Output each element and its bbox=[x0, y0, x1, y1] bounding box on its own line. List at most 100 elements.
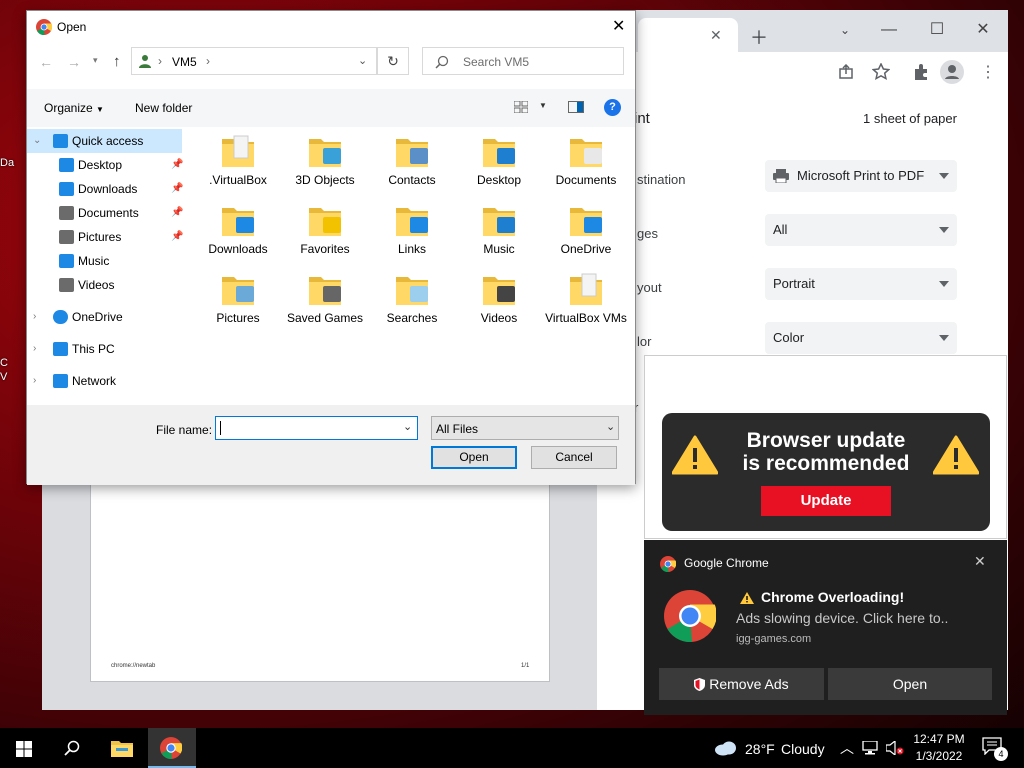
up-arrow-icon[interactable]: ↑ bbox=[113, 53, 121, 70]
extensions-icon[interactable] bbox=[912, 63, 930, 81]
volume-muted-icon[interactable] bbox=[886, 741, 904, 755]
nav-item[interactable]: ⌄ Quick access bbox=[27, 129, 182, 153]
address-bar[interactable]: › VM5 › ⌄ bbox=[131, 47, 377, 75]
dropdown-caret-icon bbox=[939, 335, 949, 341]
shield-icon bbox=[694, 678, 706, 691]
folder-item[interactable]: Links bbox=[369, 202, 455, 272]
open-button[interactable]: Open bbox=[431, 446, 517, 469]
notification-open-button[interactable]: Open bbox=[828, 668, 992, 700]
update-button[interactable]: Update bbox=[761, 486, 891, 516]
nav-item-label: This PC bbox=[72, 342, 115, 356]
folder-item[interactable]: Contacts bbox=[369, 133, 455, 203]
layout-select[interactable]: Portrait bbox=[765, 268, 957, 300]
folder-item[interactable]: Saved Games bbox=[282, 271, 368, 341]
chevron-down-icon[interactable]: ⌄ bbox=[830, 16, 860, 44]
back-arrow-icon[interactable]: ← bbox=[39, 54, 53, 70]
breadcrumb-chevron-icon[interactable]: › bbox=[206, 54, 210, 68]
folder-item[interactable]: 3D Objects bbox=[282, 133, 368, 203]
remove-ads-button[interactable]: Remove Ads bbox=[659, 668, 824, 700]
maximize-icon[interactable]: ☐ bbox=[922, 16, 952, 44]
chevron-up-icon[interactable]: ︿ bbox=[840, 738, 854, 758]
recent-chevron-icon[interactable]: ▾ bbox=[93, 55, 98, 66]
collapse-chevron-icon[interactable]: › bbox=[33, 337, 36, 361]
close-icon[interactable]: ✕ bbox=[974, 553, 986, 570]
address-dropdown-icon[interactable]: ⌄ bbox=[358, 54, 367, 67]
weather-temperature[interactable]: 28°F bbox=[745, 741, 775, 757]
folder-item[interactable]: VirtualBox VMs bbox=[543, 271, 629, 341]
pages-select[interactable]: All bbox=[765, 214, 957, 246]
search-icon bbox=[435, 55, 449, 69]
clock-date[interactable]: 1/3/2022 bbox=[913, 749, 965, 763]
cancel-button[interactable]: Cancel bbox=[531, 446, 617, 469]
folder-item[interactable]: Downloads bbox=[195, 202, 281, 272]
folder-item[interactable]: Music bbox=[456, 202, 542, 272]
close-icon[interactable]: ✕ bbox=[968, 16, 998, 44]
start-button[interactable] bbox=[0, 728, 48, 768]
folder-item[interactable]: Searches bbox=[369, 271, 455, 341]
folder-item[interactable]: Desktop bbox=[456, 133, 542, 203]
action-center-button[interactable]: 4 bbox=[982, 737, 1008, 761]
network-icon[interactable] bbox=[862, 741, 878, 755]
file-name-input[interactable]: ⌄ bbox=[215, 416, 418, 440]
organize-button[interactable]: Organize ▼ bbox=[44, 101, 104, 115]
folder-item[interactable]: Documents bbox=[543, 133, 629, 203]
nav-item[interactable]: Downloads 📌 bbox=[27, 177, 185, 201]
destination-select[interactable]: Microsoft Print to PDF bbox=[765, 160, 957, 192]
chevron-down-icon: ▼ bbox=[96, 105, 104, 114]
nav-item[interactable]: Music bbox=[27, 249, 185, 273]
user-folder-icon bbox=[139, 55, 151, 68]
destination-row: stination Microsoft Print to PDF bbox=[597, 160, 1008, 200]
preview-pane-icon[interactable] bbox=[568, 101, 584, 113]
nav-item[interactable]: › This PC bbox=[27, 337, 185, 361]
search-input[interactable]: Search VM5 bbox=[422, 47, 624, 75]
new-tab-icon[interactable]: ＋ bbox=[750, 24, 768, 50]
chrome-notification[interactable]: Google Chrome ✕ Chrome Overloading! Ads … bbox=[644, 540, 1007, 715]
search-button[interactable] bbox=[48, 728, 96, 768]
tab-close-icon[interactable]: ✕ bbox=[710, 27, 722, 44]
view-dropdown-icon[interactable]: ▼ bbox=[539, 101, 547, 110]
breadcrumb-current[interactable]: VM5 bbox=[172, 55, 197, 69]
color-select[interactable]: Color bbox=[765, 322, 957, 354]
folder-item[interactable]: Pictures bbox=[195, 271, 281, 341]
nav-item[interactable]: Pictures 📌 bbox=[27, 225, 185, 249]
profile-avatar[interactable] bbox=[940, 60, 964, 84]
file-type-select[interactable]: All Files ⌄ bbox=[431, 416, 619, 440]
menu-icon[interactable]: ⋮ bbox=[980, 62, 996, 82]
command-bar: Organize ▼ New folder ▼ ? bbox=[27, 89, 635, 127]
chrome-tab[interactable]: ✕ bbox=[638, 18, 738, 52]
weather-description[interactable]: Cloudy bbox=[781, 741, 825, 757]
folder-item[interactable]: .VirtualBox bbox=[195, 133, 281, 203]
nav-item[interactable]: › OneDrive bbox=[27, 305, 185, 329]
clock-time[interactable]: 12:47 PM bbox=[913, 732, 965, 746]
nav-item-label: Music bbox=[78, 254, 110, 268]
folder-item[interactable]: Videos bbox=[456, 271, 542, 341]
nav-item[interactable]: Documents 📌 bbox=[27, 201, 185, 225]
nav-item[interactable]: Desktop 📌 bbox=[27, 153, 185, 177]
folder-icon bbox=[222, 135, 254, 167]
pages-row: ges All bbox=[597, 214, 1008, 254]
expand-chevron-icon[interactable]: ⌄ bbox=[33, 129, 41, 153]
collapse-chevron-icon[interactable]: › bbox=[33, 369, 36, 393]
folder-item[interactable]: Favorites bbox=[282, 202, 368, 272]
refresh-icon[interactable]: ↻ bbox=[377, 47, 409, 75]
file-explorer-button[interactable] bbox=[98, 728, 146, 768]
minimize-icon[interactable]: — bbox=[874, 16, 904, 44]
close-icon[interactable]: ✕ bbox=[612, 16, 625, 36]
bookmark-star-icon[interactable] bbox=[872, 63, 890, 81]
share-icon[interactable] bbox=[838, 64, 854, 80]
help-icon[interactable]: ? bbox=[604, 99, 621, 116]
update-ad-popup: Browser update is recommended Update bbox=[644, 355, 1007, 539]
new-folder-button[interactable]: New folder bbox=[135, 101, 192, 115]
chevron-down-icon[interactable]: ⌄ bbox=[403, 420, 412, 433]
preview-page: chrome://newtab 1/1 bbox=[90, 466, 550, 682]
view-options-icon[interactable] bbox=[514, 101, 528, 113]
chrome-taskbar-button[interactable] bbox=[148, 728, 196, 768]
folder-item[interactable]: OneDrive bbox=[543, 202, 629, 272]
nav-item[interactable]: Videos bbox=[27, 273, 185, 297]
ad-banner[interactable]: Browser update is recommended Update bbox=[662, 413, 990, 531]
nav-item-label: Videos bbox=[78, 278, 115, 292]
forward-arrow-icon[interactable]: → bbox=[67, 54, 81, 70]
desktop-label: V bbox=[0, 371, 8, 383]
nav-item[interactable]: › Network bbox=[27, 369, 185, 393]
collapse-chevron-icon[interactable]: › bbox=[33, 305, 36, 329]
